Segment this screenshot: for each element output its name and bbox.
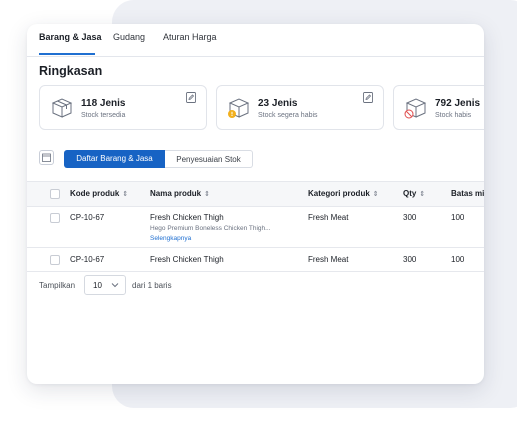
active-tab-indicator <box>39 53 95 55</box>
cell-qty: 300 <box>403 255 417 264</box>
stat-card-available: 118 Jenis Stock tersedia <box>39 85 207 130</box>
box-icon <box>51 98 73 118</box>
stat-label: Stock habis <box>435 112 472 119</box>
calendar-icon <box>42 153 51 162</box>
header-batas-minimum[interactable]: Batas mi <box>451 189 484 198</box>
row-checkbox[interactable] <box>50 255 60 265</box>
page-size-label: Tampilkan <box>39 281 76 290</box>
stat-count: 792 Jenis <box>435 98 481 109</box>
row-count-label: dari 1 baris <box>132 281 172 290</box>
stat-count: 23 Jenis <box>258 98 298 109</box>
see-more-link[interactable]: Selengkapnya <box>150 235 191 242</box>
stat-count: 118 Jenis <box>81 98 126 109</box>
box-warning-icon <box>228 98 250 118</box>
calendar-button[interactable] <box>39 150 54 165</box>
tab-bar: Barang & Jasa Gudang Aturan Harga <box>27 24 484 57</box>
cell-batas-minimum: 100 <box>451 213 465 222</box>
header-kategori-produk[interactable]: Kategori produk ⇕ <box>308 189 379 198</box>
stat-label: Stock segera habis <box>258 112 318 119</box>
daftar-barang-jasa-button[interactable]: Daftar Barang & Jasa <box>64 150 165 168</box>
inventory-panel: Barang & Jasa Gudang Aturan Harga Ringka… <box>27 24 484 384</box>
sort-icon[interactable]: ⇕ <box>419 191 425 198</box>
tab-aturan-harga[interactable]: Aturan Harga <box>163 32 217 42</box>
stat-card-low-stock: 23 Jenis Stock segera habis <box>216 85 384 130</box>
cell-kode-produk: CP-10-67 <box>70 213 105 222</box>
cell-kategori-produk: Fresh Meat <box>308 255 349 264</box>
table-row[interactable]: CP-10-67 Fresh Chicken Thigh Hego Premiu… <box>27 206 484 248</box>
summary-title: Ringkasan <box>39 64 103 78</box>
chevron-down-icon <box>111 283 119 288</box>
penyesuaian-stok-button[interactable]: Penyesuaian Stok <box>165 150 253 168</box>
page-size-value: 10 <box>93 281 102 290</box>
tab-barang-jasa[interactable]: Barang & Jasa <box>39 32 102 42</box>
cell-qty: 300 <box>403 213 417 222</box>
sort-icon[interactable]: ⇕ <box>204 191 210 198</box>
tab-gudang[interactable]: Gudang <box>113 32 145 42</box>
document-edit-icon[interactable] <box>186 92 196 103</box>
table-header: Kode produk ⇕ Nama produk ⇕ Kategori produ… <box>27 181 484 207</box>
header-kode-produk[interactable]: Kode produk ⇕ <box>70 189 128 198</box>
cell-product-description: Hego Premium Boneless Chicken Thigh... <box>150 225 271 232</box>
row-checkbox[interactable] <box>50 213 60 223</box>
cell-nama-produk: Fresh Chicken Thigh <box>150 213 224 222</box>
stat-card-out-of-stock: 792 Jenis Stock habis <box>393 85 484 130</box>
sort-icon[interactable]: ⇕ <box>122 191 128 198</box>
header-nama-produk[interactable]: Nama produk ⇕ <box>150 189 210 198</box>
stat-label: Stock tersedia <box>81 112 126 119</box>
box-empty-icon <box>404 98 427 119</box>
header-qty[interactable]: Qty ⇕ <box>403 189 425 198</box>
cell-nama-produk: Fresh Chicken Thigh <box>150 255 224 264</box>
sort-icon[interactable]: ⇕ <box>373 191 379 198</box>
document-edit-icon[interactable] <box>363 92 373 103</box>
cell-kategori-produk: Fresh Meat <box>308 213 349 222</box>
page-size-select[interactable]: 10 <box>84 275 126 295</box>
cell-kode-produk: CP-10-67 <box>70 255 105 264</box>
select-all-checkbox[interactable] <box>50 189 60 199</box>
cell-batas-minimum: 100 <box>451 255 465 264</box>
table-row[interactable]: CP-10-67 Fresh Chicken Thigh Fresh Meat … <box>27 248 484 272</box>
